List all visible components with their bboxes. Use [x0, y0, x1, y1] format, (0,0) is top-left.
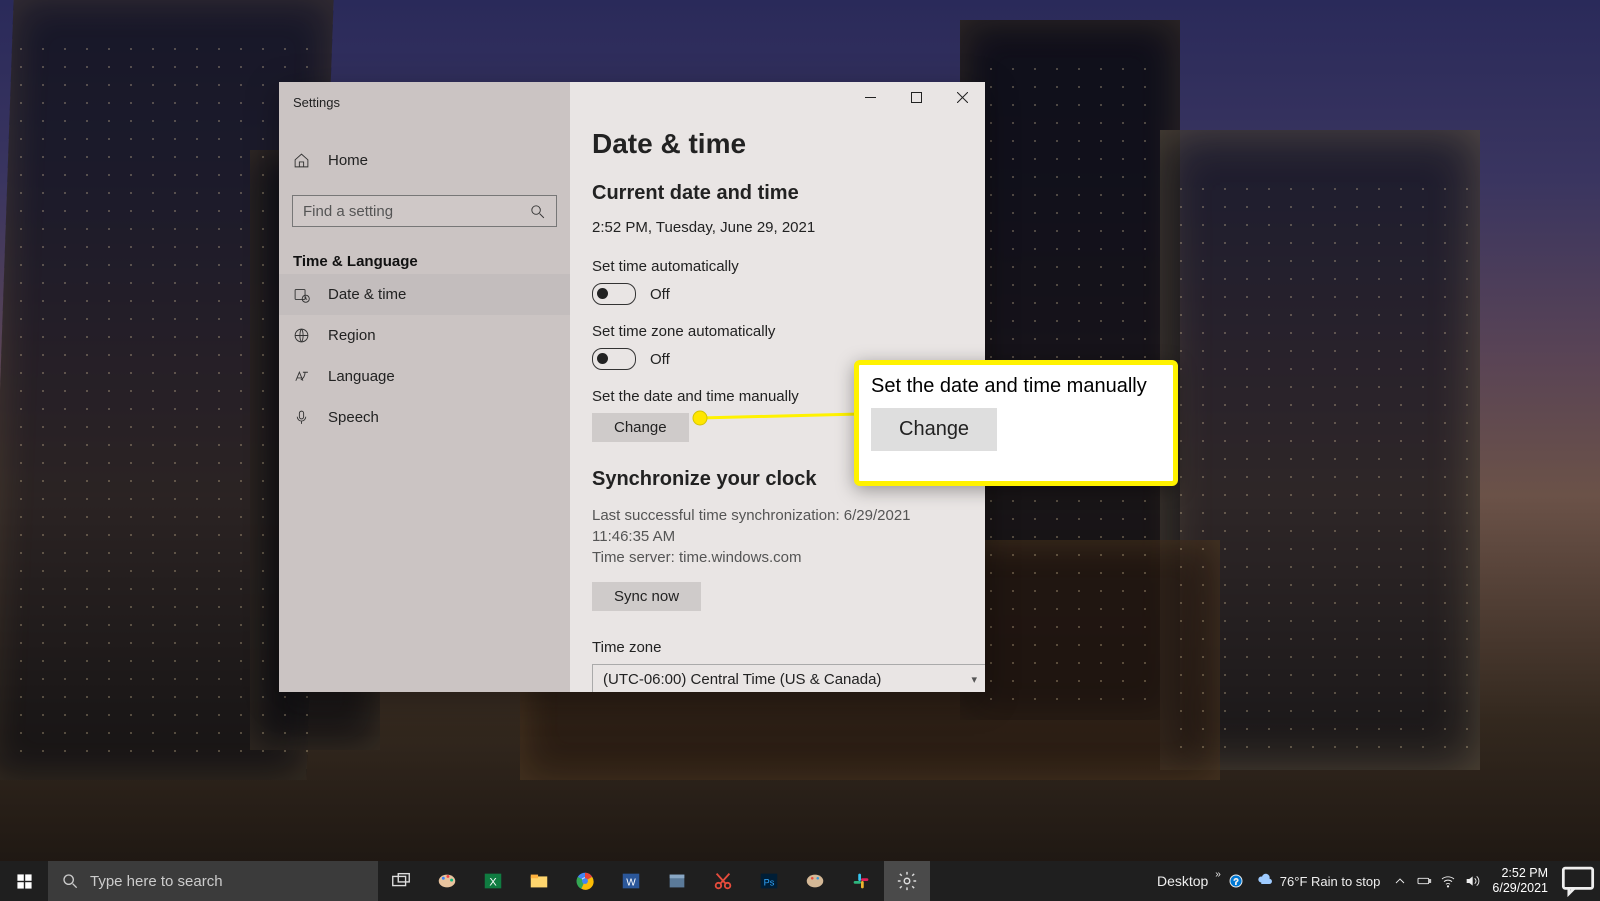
- bg-lights: [10, 40, 310, 760]
- chevron-right-icon: »: [1215, 869, 1221, 880]
- search-placeholder: Find a setting: [303, 203, 529, 220]
- timezone-label: Time zone: [592, 639, 963, 656]
- wifi-icon[interactable]: [1436, 861, 1460, 901]
- change-datetime-button[interactable]: Change: [592, 413, 689, 442]
- timezone-value: (UTC-06:00) Central Time (US & Canada): [603, 671, 881, 688]
- settings-sidebar: Settings Home Find a setting Time & Lang…: [279, 82, 570, 692]
- auto-time-label: Set time automatically: [592, 258, 963, 275]
- clock-date: 6/29/2021: [1492, 881, 1548, 896]
- taskbar-app-snip[interactable]: [700, 861, 746, 901]
- task-view-button[interactable]: [378, 861, 424, 901]
- auto-tz-state: Off: [650, 351, 670, 368]
- sidebar-section-title: Time & Language: [279, 227, 570, 274]
- close-button[interactable]: [939, 82, 985, 112]
- sync-server-label: Time server: time.windows.com: [592, 547, 963, 568]
- svg-text:X: X: [489, 877, 497, 889]
- sidebar-item-date-time[interactable]: Date & time: [279, 274, 570, 315]
- timezone-select[interactable]: (UTC-06:00) Central Time (US & Canada) ▾: [592, 664, 985, 692]
- sidebar-item-language[interactable]: Language: [279, 356, 570, 397]
- auto-tz-label: Set time zone automatically: [592, 323, 963, 340]
- minimize-button[interactable]: [847, 82, 893, 112]
- bg-lights: [1170, 180, 1470, 750]
- sync-now-button[interactable]: Sync now: [592, 582, 701, 611]
- taskbar-search-placeholder: Type here to search: [90, 873, 223, 890]
- sidebar-item-label: Language: [328, 368, 395, 385]
- window-controls: [847, 82, 985, 112]
- action-center-button[interactable]: [1556, 861, 1600, 901]
- svg-text:Ps: Ps: [764, 878, 775, 888]
- sidebar-item-region[interactable]: Region: [279, 315, 570, 356]
- desktop: Settings Home Find a setting Time & Lang…: [0, 0, 1600, 901]
- auto-time-state: Off: [650, 286, 670, 303]
- taskbar-weather[interactable]: 76°F Rain to stop: [1248, 872, 1389, 890]
- svg-text:?: ?: [1233, 876, 1238, 886]
- taskbar-app-generic2[interactable]: [792, 861, 838, 901]
- current-datetime-value: 2:52 PM, Tuesday, June 29, 2021: [592, 219, 963, 236]
- annotation-leader: [690, 416, 860, 422]
- window-title: Settings: [279, 82, 570, 120]
- svg-text:W: W: [626, 878, 636, 889]
- callout-title: Set the date and time manually: [871, 375, 1161, 398]
- home-icon: [293, 152, 310, 169]
- sidebar-item-label: Region: [328, 327, 376, 344]
- taskbar-clock[interactable]: 2:52 PM 6/29/2021: [1484, 866, 1556, 896]
- battery-icon[interactable]: [1412, 861, 1436, 901]
- clock-time: 2:52 PM: [1501, 866, 1548, 881]
- taskbar-app-settings[interactable]: [884, 861, 930, 901]
- sidebar-home-label: Home: [328, 152, 368, 169]
- help-icon[interactable]: ?: [1224, 861, 1248, 901]
- taskbar-app-generic1[interactable]: [654, 861, 700, 901]
- taskbar-desktop-label: Desktop: [1157, 873, 1208, 889]
- page-title: Date & time: [592, 128, 963, 160]
- sidebar-item-label: Date & time: [328, 286, 406, 303]
- taskbar-app-slack[interactable]: [838, 861, 884, 901]
- sidebar-item-speech[interactable]: Speech: [279, 397, 570, 438]
- start-button[interactable]: [0, 861, 48, 901]
- calendar-clock-icon: [293, 286, 310, 303]
- taskbar-search[interactable]: Type here to search: [48, 861, 378, 901]
- tray-expand-icon[interactable]: [1388, 861, 1412, 901]
- current-datetime-heading: Current date and time: [592, 182, 963, 205]
- volume-icon[interactable]: [1460, 861, 1484, 901]
- taskbar-app-paint[interactable]: [424, 861, 470, 901]
- search-input[interactable]: Find a setting: [292, 195, 557, 227]
- weather-text: 76°F Rain to stop: [1280, 874, 1381, 889]
- sync-last-label: Last successful time synchronization: 6/…: [592, 505, 963, 547]
- search-icon: [529, 203, 546, 220]
- maximize-button[interactable]: [893, 82, 939, 112]
- globe-icon: [293, 327, 310, 344]
- taskbar-app-excel[interactable]: X: [470, 861, 516, 901]
- microphone-icon: [293, 409, 310, 426]
- taskbar-app-photoshop[interactable]: Ps: [746, 861, 792, 901]
- callout-change-button[interactable]: Change: [871, 408, 997, 451]
- taskbar-app-word[interactable]: W: [608, 861, 654, 901]
- auto-time-toggle[interactable]: [592, 283, 636, 305]
- annotation-callout: Set the date and time manually Change: [854, 360, 1178, 486]
- language-icon: [293, 368, 310, 385]
- taskbar-desktop-toolbar[interactable]: Desktop »: [1147, 873, 1224, 889]
- taskbar-app-chrome[interactable]: [562, 861, 608, 901]
- auto-tz-toggle[interactable]: [592, 348, 636, 370]
- sidebar-item-label: Speech: [328, 409, 379, 426]
- taskbar-app-explorer[interactable]: [516, 861, 562, 901]
- chevron-down-icon: ▾: [971, 673, 977, 686]
- sidebar-home[interactable]: Home: [279, 144, 570, 177]
- taskbar: Type here to search X W Ps Desktop » ? 7…: [0, 861, 1600, 901]
